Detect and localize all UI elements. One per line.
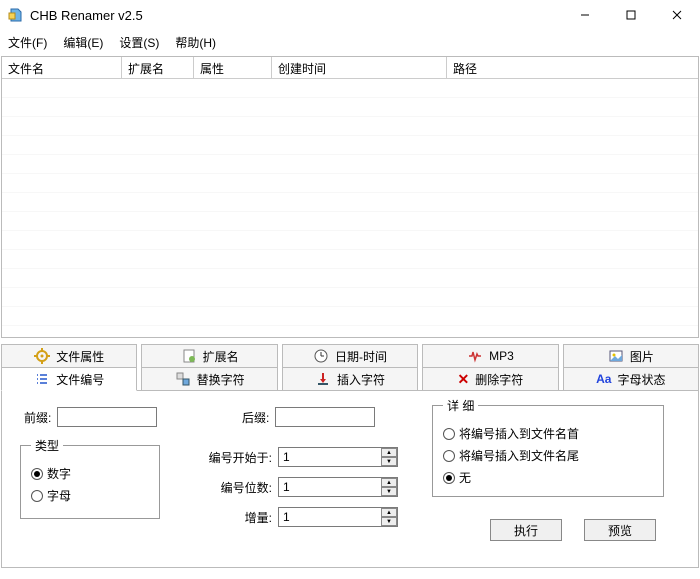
tab-row-top: 文件属性 扩展名 日期-时间 MP3 图片 <box>1 344 699 368</box>
detail-legend: 详 细 <box>443 397 478 414</box>
aa-icon: Aa <box>596 372 611 386</box>
tab-delete[interactable]: ✕ 删除字符 <box>422 367 558 391</box>
tab-numbering[interactable]: 文件编号 <box>1 367 137 391</box>
suffix-label: 后缀: <box>242 409 269 426</box>
radio-label: 数字 <box>47 465 71 482</box>
radio-label: 将编号插入到文件名首 <box>459 425 579 442</box>
th-path[interactable]: 路径 <box>447 57 698 78</box>
radio-dot-icon <box>443 472 455 484</box>
preview-button[interactable]: 预览 <box>584 519 656 541</box>
tab-extension[interactable]: 扩展名 <box>141 344 277 368</box>
tab-mp3[interactable]: MP3 <box>422 344 558 368</box>
menu-settings[interactable]: 设置(S) <box>119 34 159 51</box>
tab-label: 扩展名 <box>203 348 239 365</box>
radio-dot-icon <box>443 428 455 440</box>
menu-help[interactable]: 帮助(H) <box>175 34 216 51</box>
spin-down-button[interactable]: ▼ <box>381 487 397 496</box>
tab-label: 插入字符 <box>337 371 385 388</box>
type-fieldset: 类型 数字 字母 <box>20 437 160 519</box>
tab-row-bottom: 文件编号 替换字符 插入字符 ✕ 删除字符 Aa 字母状态 <box>1 367 699 391</box>
tab-picture[interactable]: 图片 <box>563 344 699 368</box>
tab-label: 日期-时间 <box>335 348 387 365</box>
detail-fieldset: 详 细 将编号插入到文件名首 将编号插入到文件名尾 无 <box>432 397 664 497</box>
replace-icon <box>175 371 191 387</box>
tab-insert[interactable]: 插入字符 <box>282 367 418 391</box>
tab-label: 替换字符 <box>197 371 245 388</box>
digits-label: 编号位数: <box>192 479 272 496</box>
close-button[interactable] <box>654 0 700 30</box>
digits-input[interactable] <box>278 477 398 497</box>
titlebar: CHB Renamer v2.5 <box>0 0 700 30</box>
th-attributes[interactable]: 属性 <box>194 57 272 78</box>
tab-label: 删除字符 <box>475 371 523 388</box>
image-icon <box>608 348 624 364</box>
tab-datetime[interactable]: 日期-时间 <box>282 344 418 368</box>
step-input[interactable] <box>278 507 398 527</box>
tab-label: 文件属性 <box>56 348 104 365</box>
radio-dot-icon <box>31 490 43 502</box>
radio-detail-head[interactable]: 将编号插入到文件名首 <box>443 425 653 442</box>
table-body[interactable] <box>2 79 698 337</box>
spin-up-button[interactable]: ▲ <box>381 448 397 457</box>
radio-dot-icon <box>31 468 43 480</box>
suffix-input[interactable] <box>275 407 375 427</box>
type-legend: 类型 <box>31 437 63 454</box>
tab-file-attributes[interactable]: 文件属性 <box>1 344 137 368</box>
tab-replace[interactable]: 替换字符 <box>141 367 277 391</box>
tab-label: 文件编号 <box>56 371 104 388</box>
tab-label: 图片 <box>630 348 654 365</box>
numbering-panel: 前缀: 后缀: 类型 数字 字母 编号开始于: ▲▼ 编号位数: <box>1 390 699 568</box>
menu-edit[interactable]: 编辑(E) <box>63 34 103 51</box>
minimize-button[interactable] <box>562 0 608 30</box>
radio-label: 将编号插入到文件名尾 <box>459 447 579 464</box>
execute-button[interactable]: 执行 <box>490 519 562 541</box>
file-table: 文件名 扩展名 属性 创建时间 路径 <box>1 56 699 338</box>
prefix-label: 前缀: <box>24 409 51 426</box>
page-icon <box>181 348 197 364</box>
maximize-button[interactable] <box>608 0 654 30</box>
radio-type-letter[interactable]: 字母 <box>31 487 149 504</box>
spin-up-button[interactable]: ▲ <box>381 478 397 487</box>
list-icon <box>34 371 50 387</box>
x-icon: ✕ <box>458 371 470 388</box>
app-icon <box>8 7 24 23</box>
start-label: 编号开始于: <box>192 449 272 466</box>
spin-up-button[interactable]: ▲ <box>381 508 397 517</box>
menubar: 文件(F) 编辑(E) 设置(S) 帮助(H) <box>0 30 700 54</box>
radio-dot-icon <box>443 450 455 462</box>
th-created[interactable]: 创建时间 <box>272 57 447 78</box>
table-header: 文件名 扩展名 属性 创建时间 路径 <box>2 57 698 79</box>
th-extension[interactable]: 扩展名 <box>122 57 194 78</box>
menu-file[interactable]: 文件(F) <box>8 34 47 51</box>
radio-label: 无 <box>459 469 471 486</box>
radio-detail-none[interactable]: 无 <box>443 469 653 486</box>
spin-down-button[interactable]: ▼ <box>381 457 397 466</box>
step-label: 增量: <box>192 509 272 526</box>
window-title: CHB Renamer v2.5 <box>30 8 562 23</box>
radio-detail-tail[interactable]: 将编号插入到文件名尾 <box>443 447 653 464</box>
radio-label: 字母 <box>47 487 71 504</box>
tab-case[interactable]: Aa 字母状态 <box>563 367 699 391</box>
tab-label: MP3 <box>489 349 514 363</box>
clock-icon <box>313 348 329 364</box>
th-filename[interactable]: 文件名 <box>2 57 122 78</box>
audio-icon <box>467 348 483 364</box>
start-input[interactable] <box>278 447 398 467</box>
prefix-input[interactable] <box>57 407 157 427</box>
tab-label: 字母状态 <box>617 371 665 388</box>
spin-down-button[interactable]: ▼ <box>381 517 397 526</box>
insert-icon <box>315 371 331 387</box>
gear-icon <box>34 348 50 364</box>
radio-type-number[interactable]: 数字 <box>31 465 149 482</box>
